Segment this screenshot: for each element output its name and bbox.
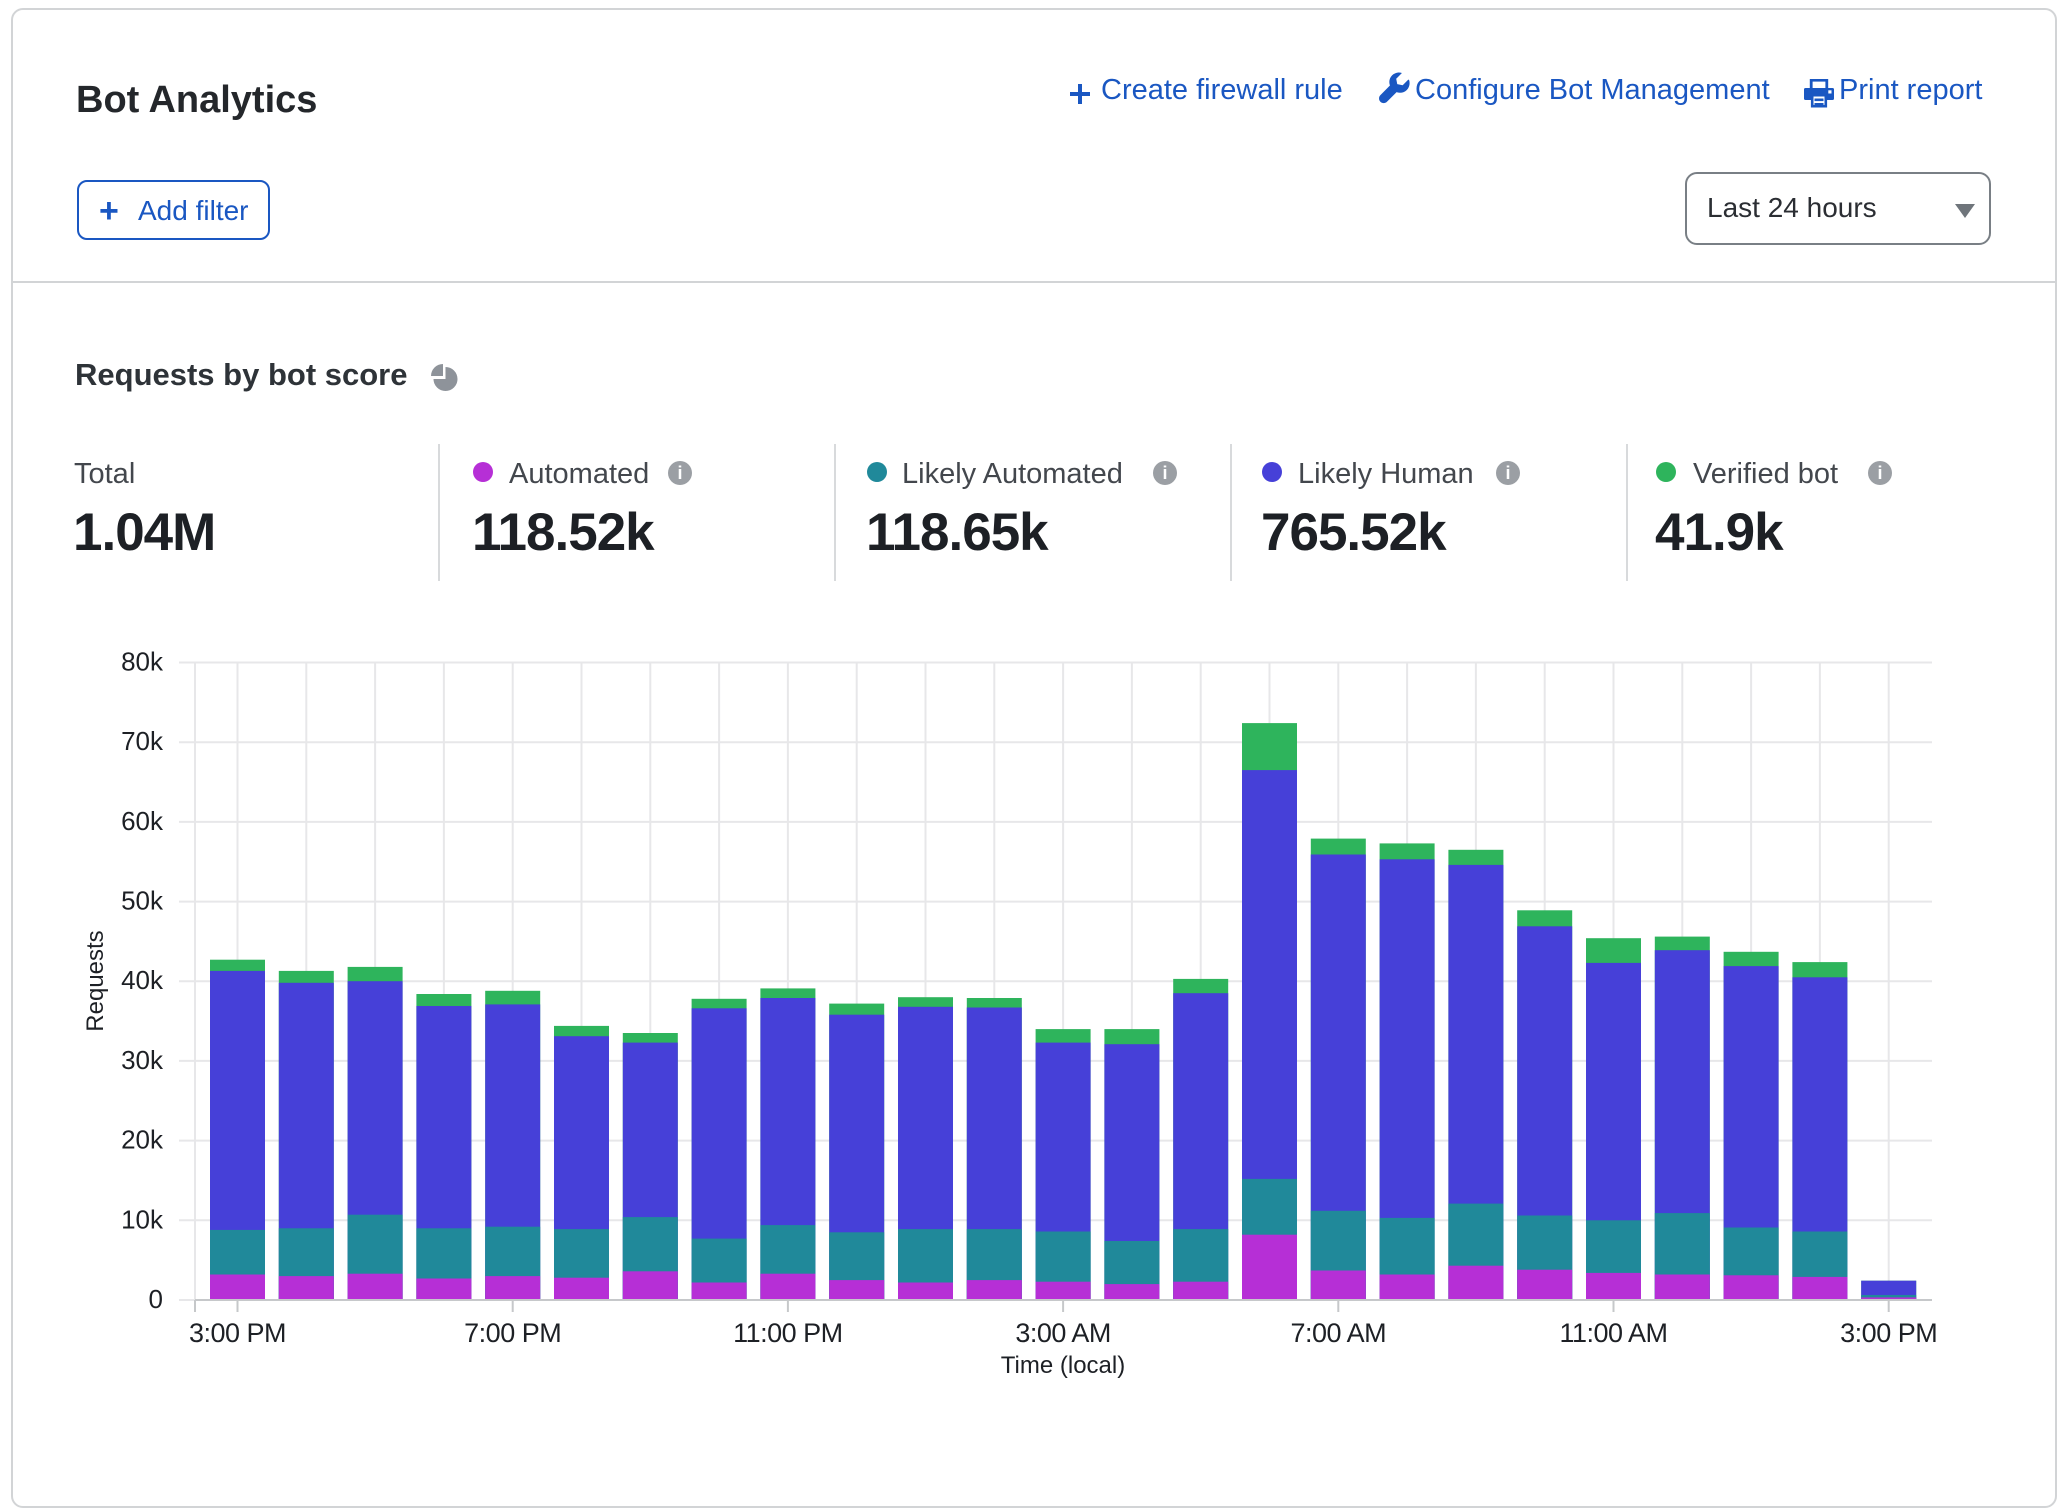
svg-text:3:00 AM: 3:00 AM: [1015, 1318, 1111, 1348]
svg-text:7:00 PM: 7:00 PM: [464, 1318, 561, 1348]
svg-text:11:00 AM: 11:00 AM: [1559, 1318, 1667, 1348]
svg-text:7:00 AM: 7:00 AM: [1291, 1318, 1387, 1348]
svg-text:30k: 30k: [121, 1045, 164, 1075]
svg-text:3:00 PM: 3:00 PM: [1840, 1318, 1937, 1348]
svg-text:3:00 PM: 3:00 PM: [189, 1318, 286, 1348]
svg-text:20k: 20k: [121, 1125, 164, 1155]
svg-text:10k: 10k: [121, 1204, 164, 1234]
svg-text:11:00 PM: 11:00 PM: [733, 1318, 843, 1348]
svg-text:80k: 80k: [121, 647, 164, 677]
svg-text:0: 0: [149, 1284, 163, 1314]
svg-text:70k: 70k: [121, 726, 164, 756]
svg-text:60k: 60k: [121, 806, 164, 836]
svg-text:Time (local): Time (local): [1001, 1352, 1125, 1379]
svg-text:Requests: Requests: [82, 930, 109, 1031]
svg-text:50k: 50k: [121, 886, 164, 916]
svg-text:40k: 40k: [121, 965, 164, 995]
